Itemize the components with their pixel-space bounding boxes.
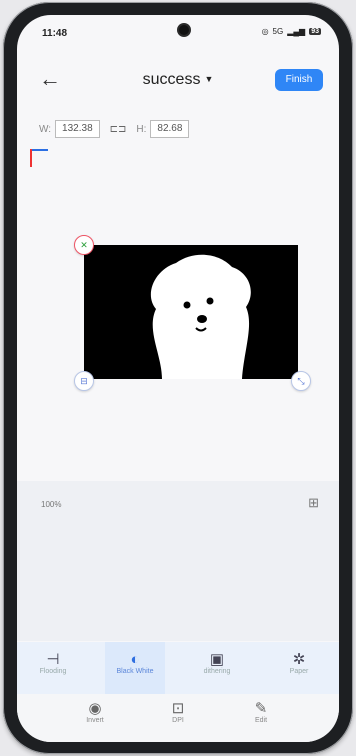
tool-edit[interactable]: ✎ Edit [231,694,291,742]
paper-icon: ✲ [292,651,306,668]
height-label: H: [136,123,147,135]
signal-label: 5G [272,27,284,36]
tool-flooding[interactable]: ⊣ Flooding [23,642,83,694]
title-text: success [142,71,201,88]
tool-dpi-label: DPI [172,717,184,724]
tool-paper-label: Paper [289,668,309,675]
tool-dpi[interactable]: ⊡ DPI [148,694,208,742]
flooding-icon: ⊣ [46,651,60,668]
edit-icon: ✎ [254,700,268,717]
tool-dithering-label: dithering [203,668,231,675]
resize-icon: ⤡ [297,375,305,386]
status-bar: 11:48 ◎ 5G ▂▄▆ 93 [17,15,339,49]
zoom-area [17,481,339,641]
invert-icon: ◉ [88,700,102,717]
tool-invert[interactable]: ◉ Invert [65,694,125,742]
header: ← success ▼ Finish [17,65,339,95]
tool-invert-label: Invert [86,717,104,724]
origin-axis-y [30,149,32,167]
status-time: 11:48 [42,28,68,39]
rotate-handle[interactable]: ⊟ [74,371,94,391]
origin-axis-x [30,149,48,151]
tool-dithering[interactable]: ▣ dithering [187,642,247,694]
status-icons: ◎ 5G ▂▄▆ 93 [262,27,321,36]
effects-toolbar: ⊣ Flooding ◐ Black White ▣ dithering ✲ P… [17,642,339,694]
contrast-icon: ◐ [130,651,140,668]
grid-icon[interactable]: ⊞ [308,495,319,511]
image-canvas[interactable] [84,245,298,379]
actions-toolbar: ◉ Invert ⊡ DPI ✎ Edit [17,694,339,742]
dimensions-row: W: 132.38 ⊏⊐ H: 82.68 [39,119,190,139]
chevron-down-icon: ▼ [204,74,214,84]
signal-icon: ▂▄▆ [287,27,306,36]
dithering-icon: ▣ [209,651,225,668]
zoom-level: 100% [41,500,62,509]
link-icon[interactable]: ⊏⊐ [110,124,127,135]
delete-handle[interactable]: ✕ [74,235,94,255]
tool-edit-label: Edit [254,717,268,724]
tool-black-white-label: Black White [116,668,154,675]
tool-flooding-label: Flooding [39,668,67,675]
tool-black-white[interactable]: ◐ Black White [105,642,165,694]
screen: 11:48 ◎ 5G ▂▄▆ 93 ← success ▼ Finish W: 1… [17,15,339,742]
dpi-icon: ⊡ [171,700,185,717]
alarm-icon: ◎ [261,27,269,36]
height-input[interactable]: 82.68 [150,120,190,138]
rotate-icon: ⊟ [80,375,88,386]
width-label: W: [39,123,52,135]
puppy-image [84,245,298,379]
close-icon: ✕ [80,239,88,250]
phone-frame: 11:48 ◎ 5G ▂▄▆ 93 ← success ▼ Finish W: 1… [3,2,353,754]
battery-icon: 93 [309,28,321,35]
scale-handle[interactable]: ⤡ [291,371,311,391]
finish-button[interactable]: Finish [275,69,323,91]
tool-paper[interactable]: ✲ Paper [269,642,329,694]
width-input[interactable]: 132.38 [55,120,100,138]
